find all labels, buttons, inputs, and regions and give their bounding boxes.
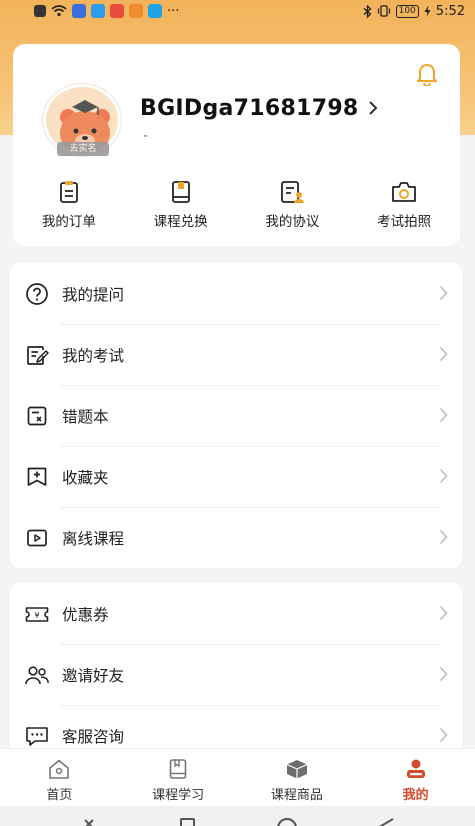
exam-icon xyxy=(24,342,50,368)
verify-tag[interactable]: 去实名 xyxy=(57,142,109,156)
menu-label: 错题本 xyxy=(62,407,109,426)
notification-icon xyxy=(34,5,46,17)
back-icon[interactable] xyxy=(376,806,396,826)
menu-item-wrong-questions[interactable]: 错题本 xyxy=(10,385,462,446)
study-icon xyxy=(169,759,187,779)
profile-card: 去实名 BGIDga71681798 - 我的订单 课程兑换 我的协议 考试拍照 xyxy=(13,44,460,246)
agreement-icon xyxy=(281,181,305,203)
close-icon[interactable] xyxy=(79,806,99,826)
quick-action-agreement[interactable]: 我的协议 xyxy=(237,180,349,230)
quick-action-exchange[interactable]: 课程兑换 xyxy=(125,180,237,230)
favorites-icon xyxy=(24,464,50,490)
bottom-nav: 首页 课程学习 课程商品 我的 xyxy=(0,748,475,806)
quick-actions: 我的订单 课程兑换 我的协议 考试拍照 xyxy=(13,180,460,230)
nav-label: 课程学习 xyxy=(152,788,205,803)
wifi-icon xyxy=(51,5,67,17)
vibrate-icon xyxy=(377,5,390,17)
menu-group-services: ¥ 优惠券 邀请好友 客服咨询 xyxy=(10,583,462,748)
quick-action-label: 课程兑换 xyxy=(153,214,208,230)
username[interactable]: BGIDga71681798 xyxy=(140,96,359,121)
order-icon xyxy=(59,181,78,203)
app-icon xyxy=(72,4,86,18)
chevron-right-icon xyxy=(439,529,448,545)
menu-item-customer-service[interactable]: 客服咨询 xyxy=(10,705,462,748)
profile-icon xyxy=(406,759,425,778)
nav-label: 我的 xyxy=(402,788,429,803)
app-icon xyxy=(129,4,143,18)
menu-label: 优惠券 xyxy=(62,605,109,624)
app-icon xyxy=(148,4,162,18)
quick-action-label: 我的协议 xyxy=(265,214,320,230)
menu-item-coupons[interactable]: ¥ 优惠券 xyxy=(10,583,462,644)
nav-mine[interactable]: 我的 xyxy=(356,749,475,806)
chevron-right-icon xyxy=(439,666,448,682)
question-icon xyxy=(24,281,50,307)
menu-label: 我的提问 xyxy=(62,285,125,304)
camera-icon xyxy=(392,182,417,202)
menu-item-my-exams[interactable]: 我的考试 xyxy=(10,324,462,385)
chevron-right-icon xyxy=(439,468,448,484)
chevron-right-icon xyxy=(439,407,448,423)
invite-icon xyxy=(24,662,50,688)
menu-label: 我的考试 xyxy=(62,346,125,365)
menu-item-invite-friends[interactable]: 邀请好友 xyxy=(10,644,462,705)
offline-video-icon xyxy=(24,525,50,551)
menu-label: 收藏夹 xyxy=(62,468,109,487)
quick-action-exam-photo[interactable]: 考试拍照 xyxy=(348,180,460,230)
nav-course-study[interactable]: 课程学习 xyxy=(119,749,238,806)
svg-text:¥: ¥ xyxy=(34,611,39,620)
book-icon xyxy=(171,181,190,203)
chevron-right-icon xyxy=(439,605,448,621)
bell-icon[interactable] xyxy=(416,62,438,90)
quick-action-orders[interactable]: 我的订单 xyxy=(13,180,125,230)
box-icon xyxy=(286,760,308,779)
nav-label: 首页 xyxy=(46,788,73,803)
menu-label: 离线课程 xyxy=(62,529,125,548)
status-bar: ··· 100 5:52 xyxy=(0,0,475,22)
wrong-book-icon xyxy=(24,403,50,429)
status-overflow: ··· xyxy=(167,3,180,19)
clock: 5:52 xyxy=(435,3,465,19)
chevron-right-icon xyxy=(439,727,448,743)
nav-home[interactable]: 首页 xyxy=(0,749,119,806)
chevron-right-icon xyxy=(439,285,448,301)
chat-icon xyxy=(24,723,50,749)
status-left: ··· xyxy=(34,4,179,19)
avatar[interactable]: 去实名 xyxy=(43,84,121,156)
app-icon xyxy=(91,4,105,18)
system-nav-bar xyxy=(0,806,475,826)
chevron-right-icon xyxy=(439,346,448,362)
menu-item-my-questions[interactable]: 我的提问 xyxy=(10,263,462,324)
menu-item-offline-courses[interactable]: 离线课程 xyxy=(10,507,462,568)
menu-label: 客服咨询 xyxy=(62,727,125,746)
user-subtitle: - xyxy=(143,128,149,144)
menu-label: 邀请好友 xyxy=(62,666,125,685)
quick-action-label: 我的订单 xyxy=(41,214,96,230)
coupon-icon: ¥ xyxy=(24,601,50,627)
quick-action-label: 考试拍照 xyxy=(377,214,432,230)
chevron-right-icon[interactable] xyxy=(368,100,378,116)
nav-label: 课程商品 xyxy=(270,788,323,803)
nav-course-products[interactable]: 课程商品 xyxy=(238,749,357,806)
charging-icon xyxy=(424,5,431,17)
menu-group-learning: 我的提问 我的考试 错题本 收藏夹 离线课程 xyxy=(10,263,462,568)
menu-item-favorites[interactable]: 收藏夹 xyxy=(10,446,462,507)
recent-apps-icon[interactable] xyxy=(177,806,197,826)
battery-indicator: 100 xyxy=(395,4,419,18)
home-icon xyxy=(49,759,70,779)
bluetooth-icon xyxy=(363,4,372,18)
home-button-icon[interactable] xyxy=(276,806,298,826)
app-icon xyxy=(110,4,124,18)
status-right: 100 5:52 xyxy=(363,4,465,19)
